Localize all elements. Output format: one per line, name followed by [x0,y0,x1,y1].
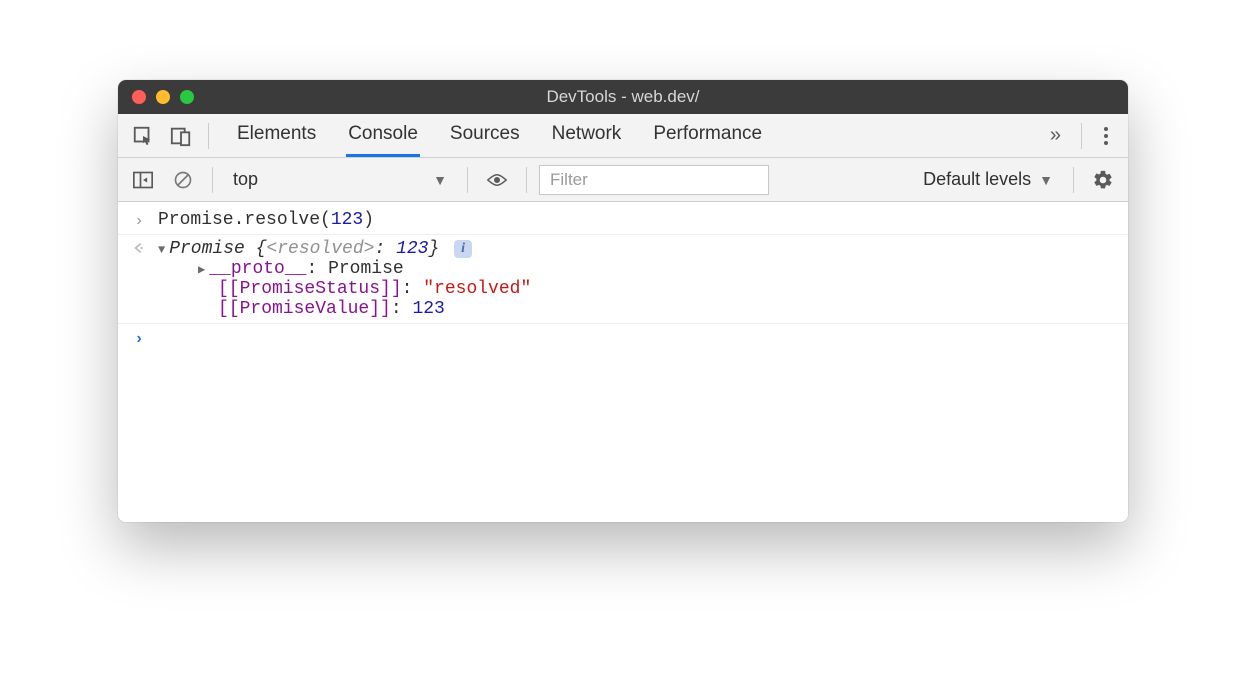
input-chevron-icon: › [130,210,148,230]
live-expression-icon[interactable] [480,163,514,197]
window-title: DevTools - web.dev/ [118,87,1128,107]
panel-tabs: Elements Console Sources Network Perform… [219,114,1036,157]
context-label: top [233,169,258,190]
log-levels-selector[interactable]: Default levels ▼ [923,169,1061,190]
divider [467,167,468,193]
divider [526,167,527,193]
info-icon[interactable]: i [454,240,472,258]
console-output: › Promise.resolve(123) ▼Promise {<resolv… [118,202,1128,522]
more-tabs-button[interactable]: » [1040,124,1071,147]
caret-right-icon[interactable]: ▶ [198,262,205,277]
promise-value-row[interactable]: [[PromiseValue]]: 123 [158,299,1116,319]
console-input-row: › Promise.resolve(123) [118,208,1128,232]
console-input-text[interactable]: Promise.resolve(123) [158,210,1116,230]
clear-console-icon[interactable] [166,163,200,197]
toggle-console-sidebar-icon[interactable] [126,163,160,197]
tab-performance[interactable]: Performance [651,114,764,157]
result-object[interactable]: ▼Promise {<resolved>: 123} i ▶__proto__:… [158,239,1116,319]
output-chevron-icon [130,239,148,255]
divider [208,123,209,149]
chevron-down-icon: ▼ [1039,172,1053,188]
divider [1081,123,1082,149]
caret-down-icon[interactable]: ▼ [158,243,165,257]
filter-input[interactable] [539,165,769,195]
traffic-lights [118,90,194,104]
levels-label: Default levels [923,169,1031,190]
tab-sources[interactable]: Sources [448,114,522,157]
divider [118,323,1128,324]
devtools-window: DevTools - web.dev/ Elements Console Sou… [118,80,1128,522]
console-prompt-row[interactable]: › [118,326,1128,350]
tab-console[interactable]: Console [346,114,420,157]
divider [212,167,213,193]
titlebar: DevTools - web.dev/ [118,80,1128,114]
minimize-window-button[interactable] [156,90,170,104]
execution-context-selector[interactable]: top ▼ [225,165,455,195]
proto-row[interactable]: ▶__proto__: Promise [158,259,1116,279]
tab-network[interactable]: Network [550,114,624,157]
console-result-row: ▼Promise {<resolved>: 123} i ▶__proto__:… [118,237,1128,321]
divider [118,234,1128,235]
chevron-down-icon: ▼ [433,172,447,188]
close-window-button[interactable] [132,90,146,104]
toggle-device-toolbar-icon[interactable] [164,119,198,153]
divider [1073,167,1074,193]
inspect-element-icon[interactable] [126,119,160,153]
promise-status-row[interactable]: [[PromiseStatus]]: "resolved" [158,279,1116,299]
settings-menu-button[interactable] [1092,127,1120,145]
console-toolbar: top ▼ Default levels ▼ [118,158,1128,202]
tab-elements[interactable]: Elements [235,114,318,157]
main-tabbar: Elements Console Sources Network Perform… [118,114,1128,158]
prompt-chevron-icon: › [130,328,148,348]
console-settings-icon[interactable] [1086,163,1120,197]
zoom-window-button[interactable] [180,90,194,104]
